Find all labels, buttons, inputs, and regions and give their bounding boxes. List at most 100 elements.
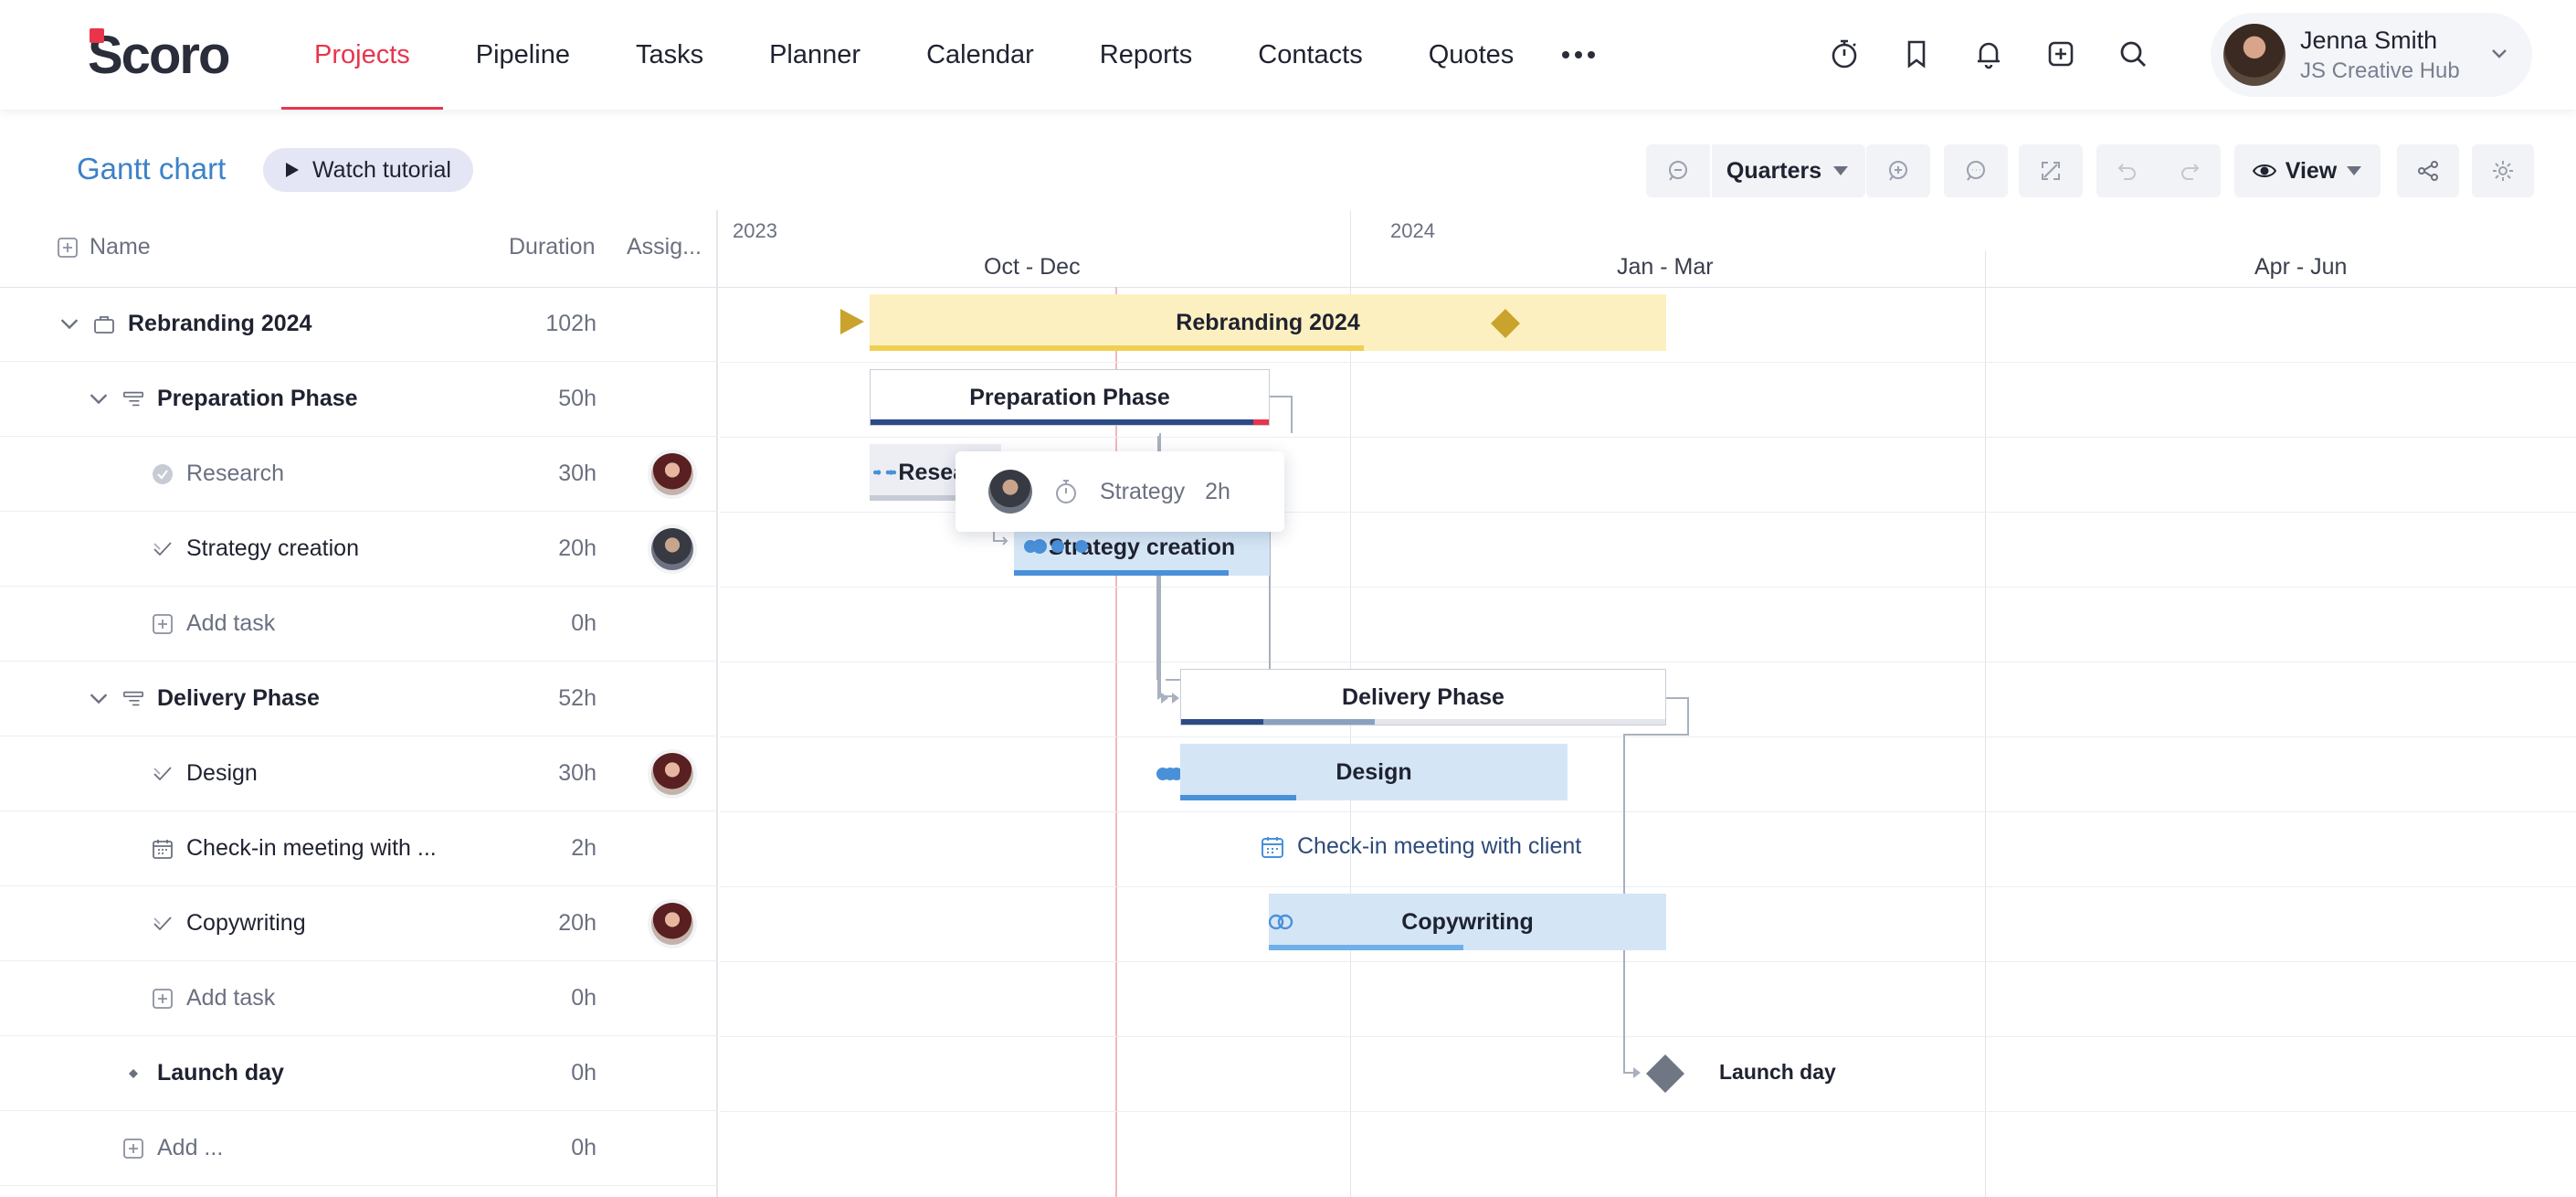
chevron-down-icon[interactable] bbox=[88, 388, 110, 410]
calendar-icon bbox=[153, 839, 173, 859]
nav-calendar[interactable]: Calendar bbox=[893, 0, 1067, 110]
top-navigation-bar: Scoro Projects Pipeline Tasks Planner Ca… bbox=[0, 0, 2576, 110]
table-row[interactable]: Add ... 0h bbox=[0, 1111, 718, 1186]
row-name: Design bbox=[186, 760, 258, 786]
tooltip-hours: 2h bbox=[1205, 478, 1230, 504]
scoro-logo[interactable]: Scoro bbox=[88, 26, 230, 85]
link-rings-icon bbox=[1269, 914, 1293, 930]
gear-icon[interactable] bbox=[2472, 144, 2534, 197]
redo-icon[interactable] bbox=[2159, 144, 2221, 197]
bookmark-icon[interactable] bbox=[1890, 27, 1943, 80]
comments-icon[interactable] bbox=[1944, 144, 2008, 197]
table-row[interactable]: Check-in meeting with ... 2h bbox=[0, 811, 718, 886]
nav-projects[interactable]: Projects bbox=[281, 0, 443, 110]
column-header-assignee[interactable]: Assig... bbox=[627, 234, 702, 260]
project-bar[interactable]: Rebranding 2024 bbox=[870, 294, 1666, 351]
add-item-link[interactable]: Add ... bbox=[157, 1135, 223, 1161]
user-menu[interactable]: Jenna Smith JS Creative Hub bbox=[2211, 13, 2532, 97]
task-check-icon[interactable] bbox=[152, 538, 174, 560]
expand-icon[interactable] bbox=[2019, 144, 2083, 197]
view-group: View bbox=[2234, 144, 2381, 197]
task-check-icon[interactable] bbox=[152, 913, 174, 935]
table-row[interactable]: Strategy creation 20h bbox=[0, 512, 718, 587]
view-menu-button[interactable]: View bbox=[2234, 144, 2381, 197]
share-group bbox=[2397, 144, 2459, 197]
nav-contacts[interactable]: Contacts bbox=[1225, 0, 1395, 110]
chevron-down-icon[interactable] bbox=[58, 313, 80, 335]
row-duration: 30h bbox=[558, 760, 596, 786]
eye-icon bbox=[2252, 164, 2276, 177]
row-duration: 20h bbox=[558, 535, 596, 561]
avatar[interactable] bbox=[651, 902, 693, 945]
add-square-icon[interactable] bbox=[2034, 27, 2087, 80]
task-check-icon[interactable] bbox=[152, 763, 174, 785]
task-bar-label: Design bbox=[1336, 758, 1412, 785]
more-menu-icon[interactable] bbox=[1547, 0, 1610, 110]
nav-pipeline[interactable]: Pipeline bbox=[443, 0, 603, 110]
row-name: Copywriting bbox=[186, 910, 306, 936]
avatar[interactable] bbox=[651, 452, 693, 495]
add-task-link[interactable]: Add task bbox=[186, 985, 275, 1012]
add-icon[interactable] bbox=[152, 613, 174, 635]
share-icon[interactable] bbox=[2397, 144, 2459, 197]
table-row[interactable]: Rebranding 2024 102h bbox=[0, 287, 718, 362]
phase-bar-delivery[interactable]: Delivery Phase bbox=[1180, 669, 1666, 726]
table-row[interactable]: Delivery Phase 52h bbox=[0, 662, 718, 736]
progress-dots-icon bbox=[1024, 539, 1088, 554]
add-icon[interactable] bbox=[152, 988, 174, 1010]
add-task-link[interactable]: Add task bbox=[186, 610, 275, 637]
check-circle-icon[interactable] bbox=[152, 463, 174, 485]
history-group bbox=[2096, 144, 2221, 197]
nav-planner[interactable]: Planner bbox=[736, 0, 893, 110]
task-bar-design[interactable]: Design bbox=[1180, 744, 1568, 800]
user-org: JS Creative Hub bbox=[2300, 58, 2460, 83]
table-row[interactable]: Copywriting 20h bbox=[0, 886, 718, 961]
time-entry-tooltip: Strategy 2h bbox=[955, 451, 1284, 532]
add-column-icon[interactable] bbox=[57, 237, 79, 259]
table-row[interactable]: Design 30h bbox=[0, 736, 718, 811]
view-label: View bbox=[2285, 157, 2338, 184]
table-row[interactable]: Add task 0h bbox=[0, 961, 718, 1036]
column-header-name[interactable]: Name bbox=[90, 234, 151, 260]
chevron-down-icon[interactable] bbox=[88, 688, 110, 710]
milestone-diamond[interactable] bbox=[1644, 1053, 1686, 1095]
nav-tasks[interactable]: Tasks bbox=[603, 0, 736, 110]
avatar[interactable] bbox=[651, 752, 693, 795]
phase-bar-label: Delivery Phase bbox=[1342, 683, 1504, 710]
nav-reports[interactable]: Reports bbox=[1067, 0, 1226, 110]
phase-bar-preparation[interactable]: Preparation Phase bbox=[870, 369, 1270, 426]
avatar[interactable] bbox=[651, 527, 693, 570]
phase-icon bbox=[123, 391, 143, 406]
top-icons bbox=[1818, 27, 2159, 80]
watch-tutorial-button[interactable]: Watch tutorial bbox=[263, 148, 473, 192]
column-header-duration[interactable]: Duration bbox=[509, 234, 596, 260]
row-name: Strategy creation bbox=[186, 535, 359, 561]
scale-select[interactable]: Quarters bbox=[1712, 144, 1863, 197]
task-bar-copywriting[interactable]: Copywriting bbox=[1269, 894, 1666, 950]
zoom-in-icon[interactable] bbox=[1866, 144, 1930, 197]
chevron-down-icon bbox=[2490, 48, 2508, 65]
table-row[interactable]: Preparation Phase 50h bbox=[0, 362, 718, 437]
nav-quotes[interactable]: Quotes bbox=[1396, 0, 1547, 110]
stopwatch-icon[interactable] bbox=[1818, 27, 1871, 80]
tooltip-task: Strategy bbox=[1100, 478, 1186, 504]
add-icon[interactable] bbox=[122, 1138, 144, 1160]
undo-icon[interactable] bbox=[2096, 144, 2159, 197]
search-icon[interactable] bbox=[2106, 27, 2159, 80]
row-duration: 2h bbox=[571, 835, 596, 861]
table-row[interactable]: Research 30h bbox=[0, 437, 718, 512]
meeting-event[interactable]: Check-in meeting with client bbox=[1261, 833, 1581, 860]
row-duration: 0h bbox=[571, 610, 596, 636]
user-avatar bbox=[2223, 24, 2286, 86]
row-duration: 0h bbox=[571, 1135, 596, 1160]
table-row[interactable]: Launch day 0h bbox=[0, 1036, 718, 1111]
row-name: Preparation Phase bbox=[157, 386, 358, 411]
row-name: Delivery Phase bbox=[157, 685, 320, 711]
gantt-timeline[interactable]: 2023 2024 Oct - Dec Jan - Mar Apr - Jun bbox=[720, 210, 2576, 1197]
calendar-icon bbox=[1262, 836, 1283, 858]
settings-group bbox=[2472, 144, 2534, 197]
bell-icon[interactable] bbox=[1962, 27, 2015, 80]
table-row[interactable]: Add task 0h bbox=[0, 587, 718, 662]
zoom-out-icon[interactable] bbox=[1646, 144, 1710, 197]
project-start-marker bbox=[840, 309, 864, 334]
